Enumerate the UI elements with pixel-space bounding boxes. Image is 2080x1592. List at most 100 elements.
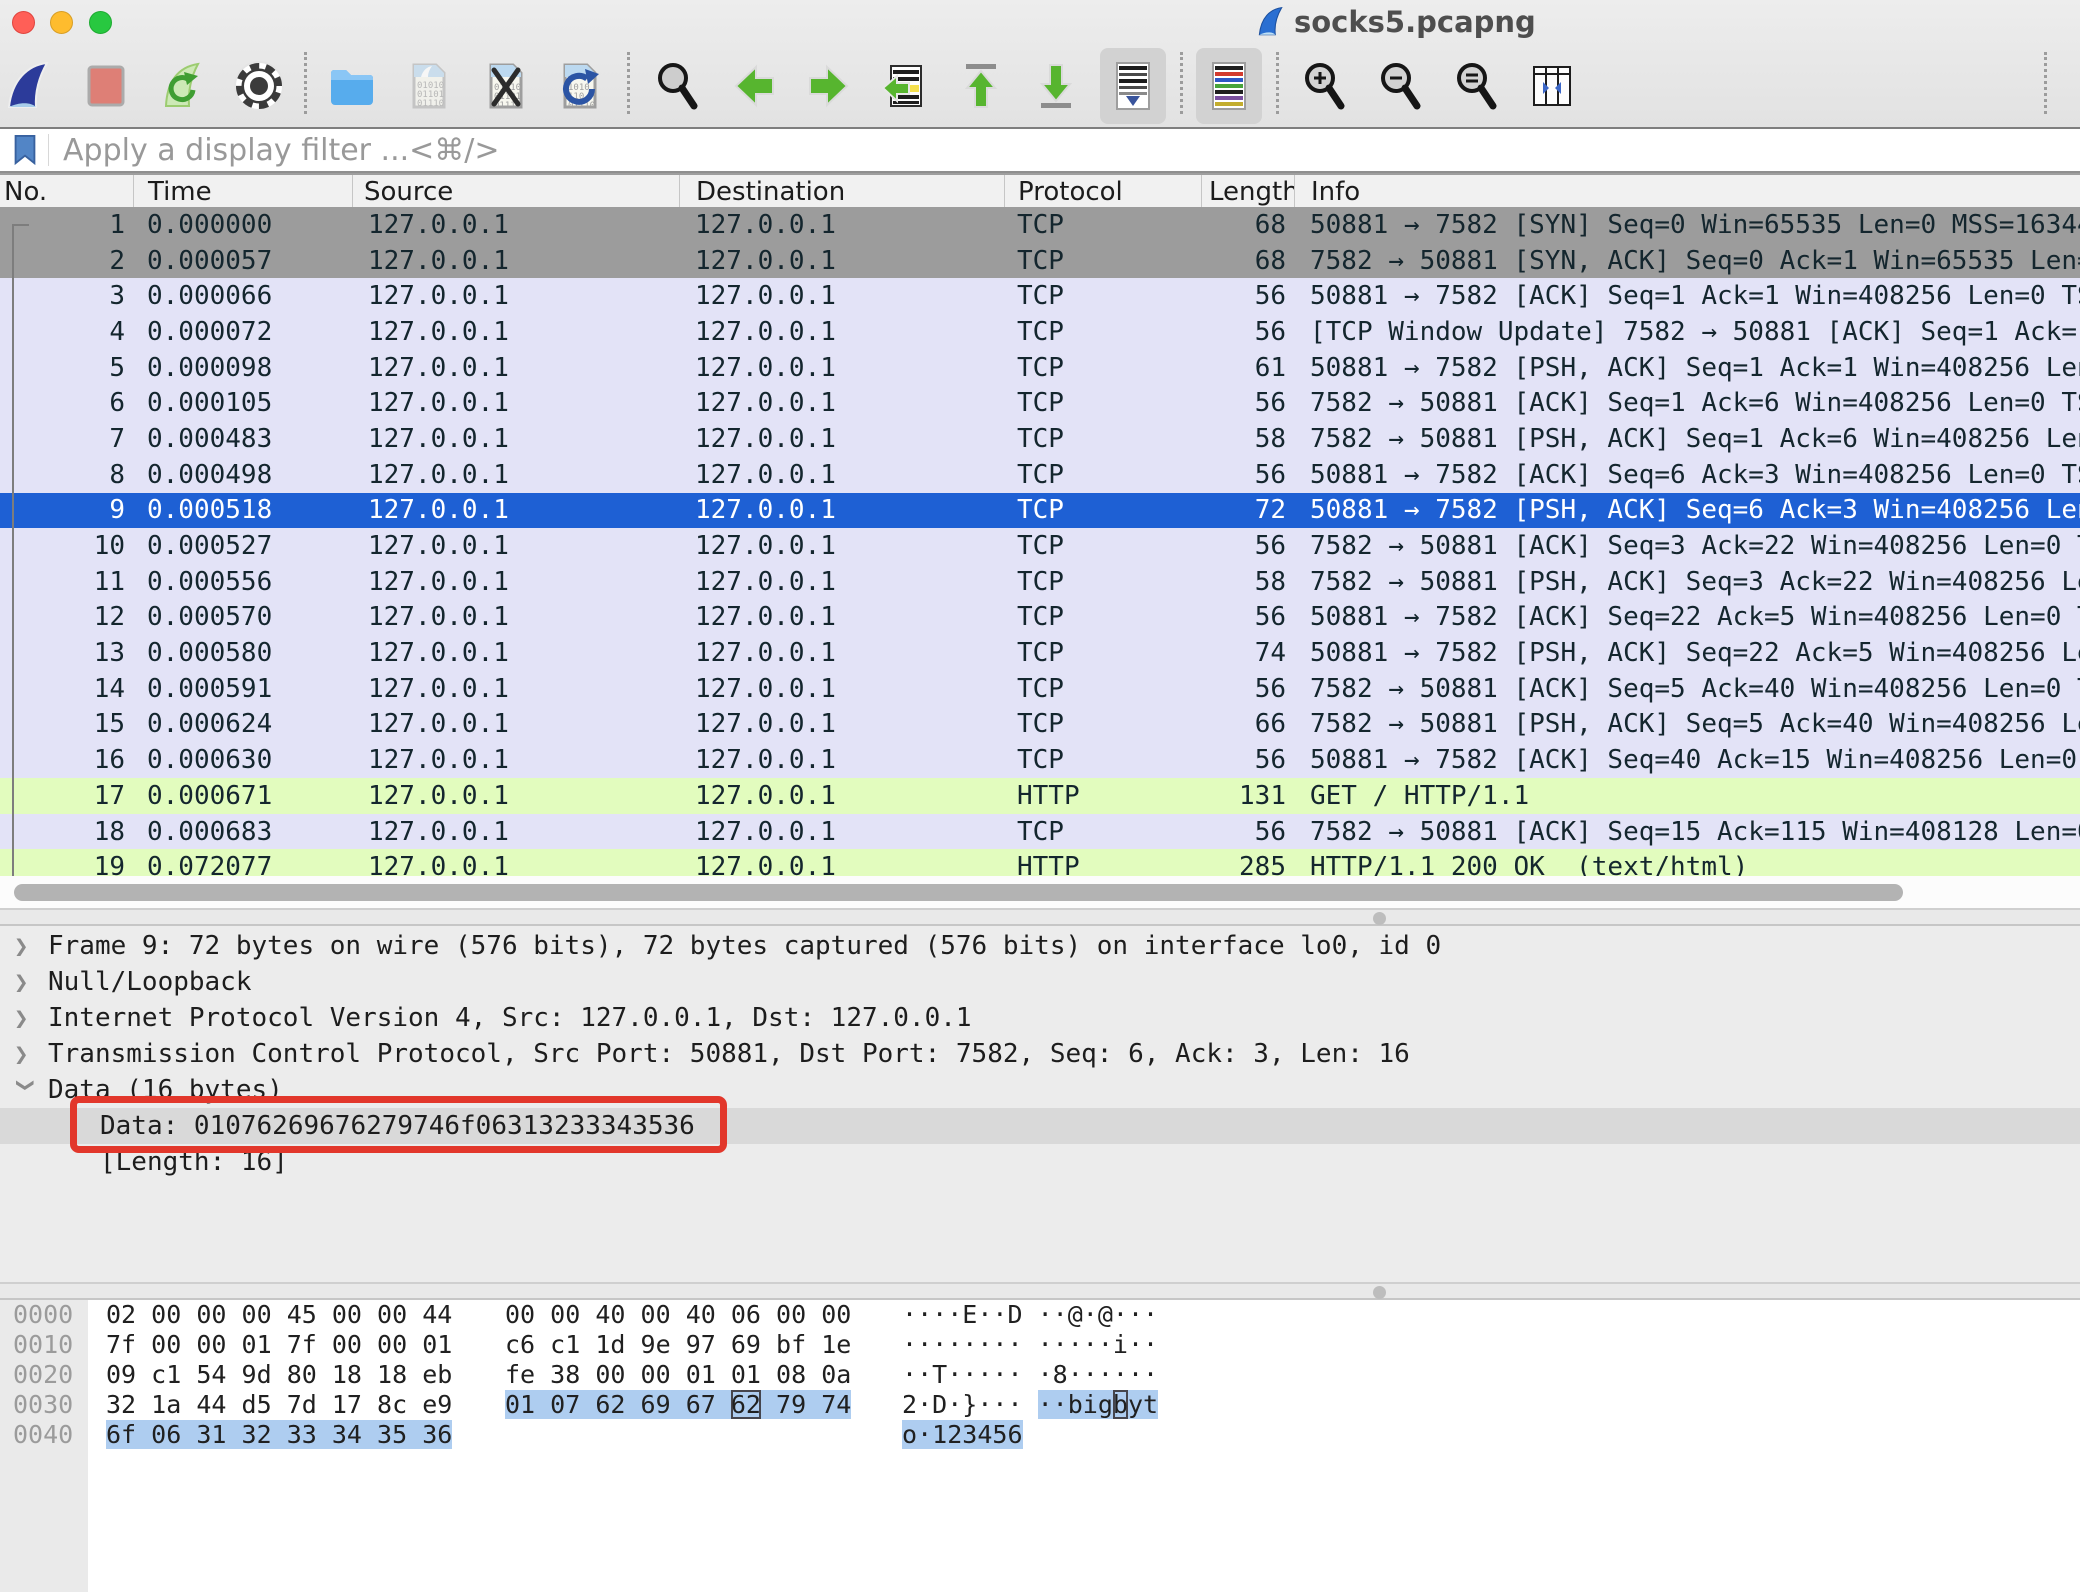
- detail-line[interactable]: [Length: 16]: [0, 1144, 2080, 1180]
- detail-line[interactable]: ❯Data (16 bytes): [0, 1072, 2080, 1108]
- detail-line[interactable]: ❯Frame 9: 72 bytes on wire (576 bits), 7…: [0, 928, 2080, 964]
- packet-row[interactable]: 20.000057127.0.0.1127.0.0.1TCP687582 → 5…: [0, 243, 2080, 279]
- toolbar-separator: [1276, 52, 1279, 114]
- packet-row[interactable]: 60.000105127.0.0.1127.0.0.1TCP567582 → 5…: [0, 385, 2080, 421]
- column-header-source[interactable]: Source: [352, 175, 679, 208]
- traffic-light-minimize[interactable]: [50, 11, 73, 34]
- packet-cell: 131: [1201, 778, 1294, 814]
- packet-row[interactable]: 50.000098127.0.0.1127.0.0.1TCP6150881 → …: [0, 350, 2080, 386]
- splitter-grip-icon[interactable]: [1373, 1286, 1386, 1299]
- go-to-top-button[interactable]: [948, 48, 1014, 124]
- column-header-time[interactable]: Time: [133, 175, 352, 208]
- pane-splitter-bottom[interactable]: [0, 1282, 2080, 1300]
- packet-cell: 127.0.0.1: [352, 778, 679, 814]
- reload-file-icon: 1010 110 01110: [552, 58, 608, 114]
- filter-bookmark-icon[interactable]: [12, 134, 38, 166]
- packet-cell: 0.000066: [133, 278, 352, 314]
- packet-row[interactable]: 30.000066127.0.0.1127.0.0.1TCP5650881 → …: [0, 278, 2080, 314]
- packet-row[interactable]: 110.000556127.0.0.1127.0.0.1TCP587582 → …: [0, 564, 2080, 600]
- zoom-reset-button[interactable]: [1444, 48, 1510, 124]
- column-header-protocol[interactable]: Protocol: [1004, 175, 1201, 208]
- column-header-destination[interactable]: Destination: [679, 175, 1004, 208]
- traffic-light-zoom[interactable]: [89, 11, 112, 34]
- splitter-grip-icon[interactable]: [1373, 912, 1386, 925]
- packet-row[interactable]: 70.000483127.0.0.1127.0.0.1TCP587582 → 5…: [0, 421, 2080, 457]
- resize-columns-button[interactable]: [1519, 48, 1585, 124]
- close-file-button[interactable]: 01010 01101 01110: [473, 48, 539, 124]
- packet-cell: 16: [0, 742, 133, 778]
- packet-row[interactable]: 100.000527127.0.0.1127.0.0.1TCP567582 → …: [0, 528, 2080, 564]
- column-header-info[interactable]: Info: [1294, 175, 2080, 208]
- traffic-light-close[interactable]: [12, 11, 35, 34]
- packet-row[interactable]: 90.000518127.0.0.1127.0.0.1TCP7250881 → …: [0, 493, 2080, 529]
- detail-line[interactable]: ❯Transmission Control Protocol, Src Port…: [0, 1036, 2080, 1072]
- go-back-button[interactable]: [721, 48, 787, 124]
- save-file-button[interactable]: 01010 01101 01110: [396, 48, 462, 124]
- display-filter-input[interactable]: [49, 132, 2080, 169]
- hex-row[interactable]: 00406f 06 31 32 33 34 35 36o·123456: [0, 1420, 2080, 1450]
- colorize-packets-button[interactable]: [1196, 48, 1262, 124]
- hex-row[interactable]: 002009 c1 54 9d 80 18 18 ebfe 38 00 00 0…: [0, 1360, 2080, 1390]
- hex-row[interactable]: 00107f 00 00 01 7f 00 00 01c6 c1 1d 9e 9…: [0, 1330, 2080, 1360]
- horizontal-scrollbar-handle[interactable]: [14, 884, 1903, 901]
- zoom-out-button[interactable]: [1368, 48, 1434, 124]
- pane-splitter-top[interactable]: [0, 908, 2080, 926]
- column-header-length[interactable]: Length: [1201, 175, 1294, 208]
- restart-capture-button[interactable]: [149, 48, 215, 124]
- packet-cell: 11: [0, 564, 133, 600]
- capture-options-button[interactable]: [226, 48, 292, 124]
- packet-row[interactable]: 160.000630127.0.0.1127.0.0.1TCP5650881 →…: [0, 742, 2080, 778]
- wireshark-fin-button[interactable]: [0, 48, 62, 124]
- packet-row[interactable]: 130.000580127.0.0.1127.0.0.1TCP7450881 →…: [0, 635, 2080, 671]
- detail-line[interactable]: ❯Internet Protocol Version 4, Src: 127.0…: [0, 1000, 2080, 1036]
- column-header-no[interactable]: No.: [0, 175, 133, 208]
- zoom-out-icon: [1373, 58, 1429, 114]
- window-chrome: socks5.pcapng: [0, 0, 2080, 129]
- packet-cell: 127.0.0.1: [679, 671, 1004, 707]
- go-to-bottom-button[interactable]: [1023, 48, 1089, 124]
- hex-row[interactable]: 003032 1a 44 d5 7d 17 8c e901 07 62 69 6…: [0, 1390, 2080, 1420]
- go-forward-button[interactable]: [796, 48, 862, 124]
- packet-cell: 56: [1201, 671, 1294, 707]
- packet-cell: 0.000671: [133, 778, 352, 814]
- packet-row[interactable]: 150.000624127.0.0.1127.0.0.1TCP667582 → …: [0, 707, 2080, 743]
- packet-cell: 5: [0, 350, 133, 386]
- packet-row[interactable]: 10.000000127.0.0.1127.0.0.1TCP6850881 → …: [0, 207, 2080, 243]
- packet-row[interactable]: 140.000591127.0.0.1127.0.0.1TCP567582 → …: [0, 671, 2080, 707]
- packet-row[interactable]: 80.000498127.0.0.1127.0.0.1TCP5650881 → …: [0, 457, 2080, 493]
- packet-cell: 58: [1201, 421, 1294, 457]
- packet-cell: 127.0.0.1: [679, 207, 1004, 243]
- go-to-packet-button[interactable]: [872, 48, 938, 124]
- expander-closed-icon[interactable]: ❯: [14, 1006, 38, 1030]
- auto-scroll-button[interactable]: [1100, 48, 1166, 124]
- stop-capture-button[interactable]: [73, 48, 139, 124]
- packet-row[interactable]: 170.000671127.0.0.1127.0.0.1HTTP131GET /…: [0, 778, 2080, 814]
- packet-cell: 127.0.0.1: [352, 243, 679, 279]
- open-file-button[interactable]: [319, 48, 385, 124]
- packet-row[interactable]: 180.000683127.0.0.1127.0.0.1TCP567582 → …: [0, 814, 2080, 850]
- packet-cell: 15: [0, 707, 133, 743]
- packet-cell: 56: [1201, 814, 1294, 850]
- expander-closed-icon[interactable]: ❯: [14, 1042, 38, 1066]
- packet-cell: 127.0.0.1: [679, 849, 1004, 876]
- resize-columns-icon: [1524, 58, 1580, 114]
- packet-cell: 0.000556: [133, 564, 352, 600]
- expander-open-icon[interactable]: ❯: [14, 1078, 38, 1102]
- reload-file-button[interactable]: 1010 110 01110: [547, 48, 613, 124]
- detail-line[interactable]: Data: 01076269676279746f06313233343536: [0, 1108, 2080, 1144]
- packet-cell: 7582 → 50881 [ACK] Seq=5 Ack=40 Win=4082…: [1294, 671, 2080, 707]
- expander-closed-icon[interactable]: ❯: [14, 970, 38, 994]
- packet-cell: 13: [0, 635, 133, 671]
- packet-row[interactable]: 190.072077127.0.0.1127.0.0.1HTTP285HTTP/…: [0, 849, 2080, 876]
- packet-cell: 127.0.0.1: [679, 778, 1004, 814]
- packet-cell: 72: [1201, 493, 1294, 529]
- find-packet-button[interactable]: [645, 48, 711, 124]
- hex-row[interactable]: 000002 00 00 00 45 00 00 4400 00 40 00 4…: [0, 1300, 2080, 1330]
- detail-line[interactable]: ❯Null/Loopback: [0, 964, 2080, 1000]
- packet-row[interactable]: 40.000072127.0.0.1127.0.0.1TCP56[TCP Win…: [0, 314, 2080, 350]
- zoom-in-button[interactable]: [1292, 48, 1358, 124]
- packet-cell: 6: [0, 385, 133, 421]
- expander-closed-icon[interactable]: ❯: [14, 934, 38, 958]
- packet-cell: 56: [1201, 314, 1294, 350]
- packet-row[interactable]: 120.000570127.0.0.1127.0.0.1TCP5650881 →…: [0, 600, 2080, 636]
